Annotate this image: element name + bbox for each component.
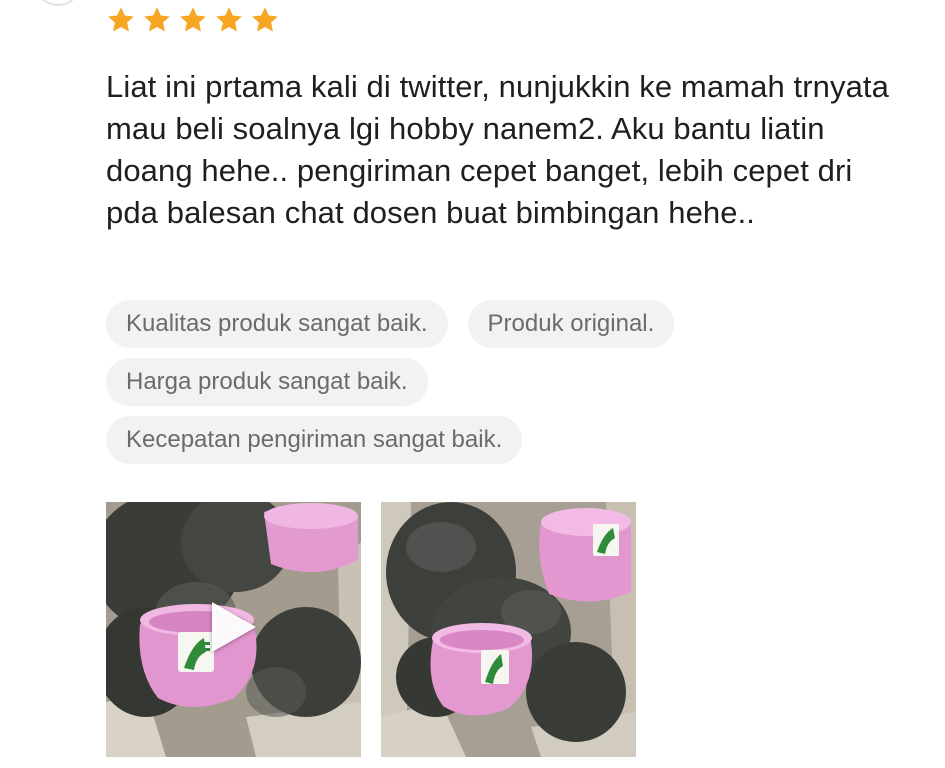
- review-media: [106, 502, 636, 757]
- tag-price: Harga produk sangat baik.: [106, 358, 428, 406]
- star-icon: [216, 7, 242, 32]
- review-tags: Kualitas produk sangat baik. Produk orig…: [106, 300, 866, 474]
- star-icon: [180, 7, 206, 32]
- avatar[interactable]: [34, 0, 82, 6]
- tag-row: Harga produk sangat baik.: [106, 358, 866, 406]
- photo-pots-in-box: [381, 502, 636, 757]
- play-icon[interactable]: [212, 602, 256, 652]
- tag-row: Kecepatan pengiriman sangat baik.: [106, 416, 866, 464]
- tag-quality: Kualitas produk sangat baik.: [106, 300, 448, 348]
- tag-row: Kualitas produk sangat baik. Produk orig…: [106, 300, 866, 348]
- star-icon: [144, 7, 170, 32]
- tag-original: Produk original.: [467, 300, 675, 348]
- review-photo-thumbnail[interactable]: [381, 502, 636, 757]
- star-icon: [252, 7, 278, 32]
- tag-shipping-speed: Kecepatan pengiriman sangat baik.: [106, 416, 523, 464]
- review-video-thumbnail[interactable]: [106, 502, 361, 757]
- star-rating: [106, 5, 280, 35]
- review-text: Liat ini prtama kali di twitter, nunjukk…: [106, 69, 889, 230]
- review-card: Liat ini prtama kali di twitter, nunjukk…: [0, 0, 945, 768]
- star-icon: [108, 7, 134, 32]
